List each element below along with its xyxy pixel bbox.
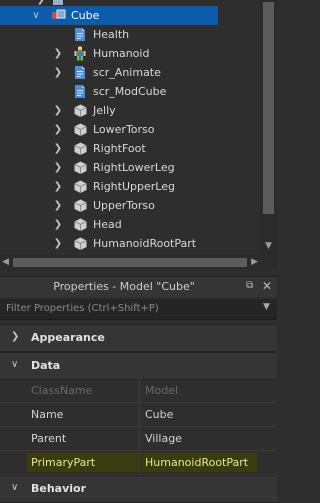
property-row-classname[interactable]: ClassName Model xyxy=(0,379,277,403)
chevron-right-icon[interactable]: ❯ xyxy=(52,158,64,177)
property-name: ClassName xyxy=(31,384,93,397)
tree-item[interactable]: ❯ Head xyxy=(0,215,260,234)
tree-item[interactable]: ❯ Jelly xyxy=(0,101,260,120)
chevron-right-icon[interactable]: ❯ xyxy=(52,177,64,196)
scrollbar-thumb[interactable] xyxy=(13,258,247,267)
tree-item-label: RightFoot xyxy=(93,142,146,155)
part-icon xyxy=(72,103,88,119)
tree-item[interactable]: ❯ RightLowerLeg xyxy=(0,158,260,177)
tree-item-label: Jelly xyxy=(93,104,116,117)
chevron-right-icon[interactable]: ❯ xyxy=(11,331,19,342)
tree-item-label: Health xyxy=(93,28,130,41)
chevron-right-icon[interactable]: ❯ xyxy=(52,44,64,63)
explorer-panel: ❯ ∨ Cube Health ❯ Humanoid ❯ scr_Animate scr_Mo… xyxy=(0,0,277,270)
tree-item[interactable]: ∨ Cube xyxy=(0,6,218,25)
part-icon xyxy=(72,179,88,195)
chevron-down-icon[interactable]: ∨ xyxy=(11,482,18,493)
chevron-right-icon[interactable]: ❯ xyxy=(52,215,64,234)
properties-table: ❯ Appearance ∨ Data ClassName Model Name… xyxy=(0,320,277,503)
scrollbar-corner xyxy=(260,255,277,270)
tree-item-label: Cube xyxy=(71,9,100,22)
tree-item[interactable]: ❯ RightFoot xyxy=(0,139,260,158)
property-value[interactable]: Village xyxy=(145,432,182,445)
column-divider xyxy=(139,427,140,450)
chevron-right-icon[interactable]: ❯ xyxy=(52,63,64,82)
chevron-down-icon[interactable]: ∨ xyxy=(30,6,42,25)
script-icon xyxy=(72,27,88,43)
model-icon xyxy=(50,8,66,24)
chevron-right-icon[interactable]: ❯ xyxy=(52,196,64,215)
scrollbar-thumb[interactable] xyxy=(263,2,274,214)
tree-item[interactable]: ❯ LowerTorso xyxy=(0,120,260,139)
filter-properties-input[interactable] xyxy=(6,300,256,317)
part-icon xyxy=(72,236,88,252)
tree-item[interactable]: ❯ scr_Animate xyxy=(0,63,260,82)
tree-item[interactable]: scr_ModCube xyxy=(0,82,260,101)
chevron-down-icon[interactable]: ∨ xyxy=(11,359,18,370)
humanoid-icon xyxy=(72,46,88,62)
part-icon xyxy=(72,160,88,176)
property-value[interactable]: Cube xyxy=(145,408,173,421)
chevron-right-icon[interactable]: ❯ xyxy=(52,234,64,253)
section-label: Data xyxy=(31,359,61,372)
script-icon xyxy=(72,84,88,100)
tree-item[interactable]: ❯ Humanoid xyxy=(0,44,260,63)
tree-item[interactable]: Health xyxy=(0,25,260,44)
tree-item[interactable]: ❯ HumanoidRootPart xyxy=(0,234,260,253)
part-icon xyxy=(72,122,88,138)
tree-item-label: LowerTorso xyxy=(93,123,155,136)
column-divider xyxy=(139,379,140,402)
scroll-left-icon[interactable]: ◀ xyxy=(2,257,9,268)
section-label: Behavior xyxy=(31,482,87,495)
property-name: PrimaryPart xyxy=(31,456,96,469)
section-appearance[interactable]: ❯ Appearance xyxy=(0,324,277,352)
tree-item[interactable]: ❯ UpperTorso xyxy=(0,196,260,215)
chevron-down-icon[interactable]: ▼ xyxy=(263,302,270,312)
part-icon xyxy=(72,141,88,157)
property-name: Name xyxy=(31,408,64,421)
tree-item-label: Head xyxy=(93,218,122,231)
section-label: Appearance xyxy=(31,331,105,344)
properties-header: Properties - Model "Cube" ⧉ ✕ xyxy=(0,276,277,297)
explorer-horizontal-scrollbar[interactable]: ◀ ▶ xyxy=(0,255,260,270)
tree-item-label: scr_Animate xyxy=(93,66,161,79)
tree-item-label: RightUpperLeg xyxy=(93,180,175,193)
explorer-vertical-scrollbar[interactable]: ▼ xyxy=(260,0,277,255)
chevron-right-icon[interactable]: ❯ xyxy=(52,139,64,158)
properties-title: Properties - Model "Cube" xyxy=(53,280,195,293)
property-row-parent[interactable]: Parent Village xyxy=(0,427,277,451)
property-value: Model xyxy=(145,384,179,397)
part-icon xyxy=(72,217,88,233)
section-data[interactable]: ∨ Data xyxy=(0,352,277,380)
column-divider xyxy=(139,451,140,474)
chevron-right-icon[interactable]: ❯ xyxy=(52,101,64,120)
tree-item-label: HumanoidRootPart xyxy=(93,237,197,250)
tree-item-label: Humanoid xyxy=(93,47,150,60)
column-divider xyxy=(139,403,140,426)
property-value[interactable]: HumanoidRootPart xyxy=(145,456,248,469)
section-behavior[interactable]: ∨ Behavior xyxy=(0,475,277,503)
close-icon[interactable]: ✕ xyxy=(262,279,272,293)
script-icon xyxy=(72,65,88,81)
tree-item[interactable]: ❯ RightUpperLeg xyxy=(0,177,260,196)
property-row-primarypart[interactable]: PrimaryPart HumanoidRootPart xyxy=(0,451,277,475)
part-icon xyxy=(72,198,88,214)
chevron-right-icon[interactable]: ❯ xyxy=(52,120,64,139)
tree-item-label: UpperTorso xyxy=(93,199,155,212)
tree-item-label: RightLowerLeg xyxy=(93,161,175,174)
tree-item-label: scr_ModCube xyxy=(93,85,167,98)
filter-bar: ▼ xyxy=(0,299,277,320)
dock-icon[interactable]: ⧉ xyxy=(246,280,253,291)
property-name: Parent xyxy=(31,432,67,445)
property-row-name[interactable]: Name Cube xyxy=(0,403,277,427)
scroll-right-icon[interactable]: ▶ xyxy=(251,257,258,268)
scroll-down-icon[interactable]: ▼ xyxy=(263,241,274,251)
